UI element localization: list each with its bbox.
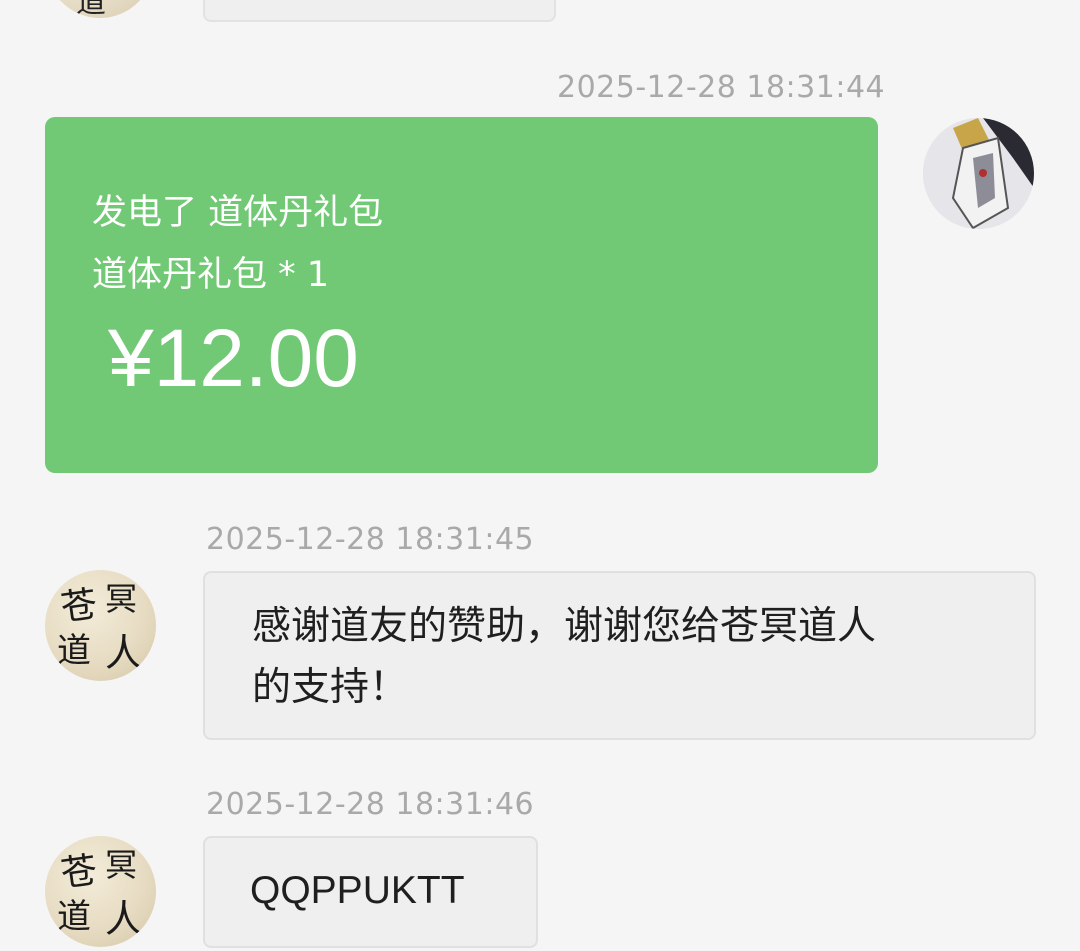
sender-avatar[interactable]: 苍 冥 道 人 [45,836,156,947]
svg-text:道: 道 [76,0,106,18]
message-timestamp: 2025-12-28 18:31:44 [557,70,886,105]
svg-text:苍: 苍 [58,584,99,630]
sender-avatar[interactable]: 苍 冥 道 人 [45,570,156,681]
message-text: QQPPUKTT [250,869,465,912]
message-timestamp: 2025-12-28 18:31:45 [206,522,535,557]
sender-avatar[interactable]: 道 [46,0,154,18]
svg-text:道: 道 [57,897,91,937]
character-avatar-icon [923,118,1034,229]
message-timestamp: 2025-12-28 18:31:46 [206,787,535,822]
svg-text:人: 人 [105,631,143,675]
calligraphy-avatar-icon: 苍 冥 道 人 [57,846,143,941]
calligraphy-avatar-icon: 苍 冥 道 人 [57,580,143,675]
payment-item: 道体丹礼包 * 1 [92,255,330,295]
svg-text:冥: 冥 [105,580,137,618]
svg-text:道: 道 [57,631,91,671]
calligraphy-avatar-icon: 道 [76,0,106,18]
user-avatar[interactable] [923,118,1034,229]
message-bubble[interactable] [203,0,556,22]
message-text-line: 的支持！ [252,665,409,710]
svg-text:冥: 冥 [105,846,137,884]
svg-text:苍: 苍 [58,850,99,896]
payment-title: 发电了 道体丹礼包 [92,193,384,233]
message-text-line: 感谢道友的赞助，谢谢您给苍冥道人 [252,604,877,649]
svg-text:人: 人 [105,897,143,941]
payment-amount: ¥12.00 [108,313,359,404]
